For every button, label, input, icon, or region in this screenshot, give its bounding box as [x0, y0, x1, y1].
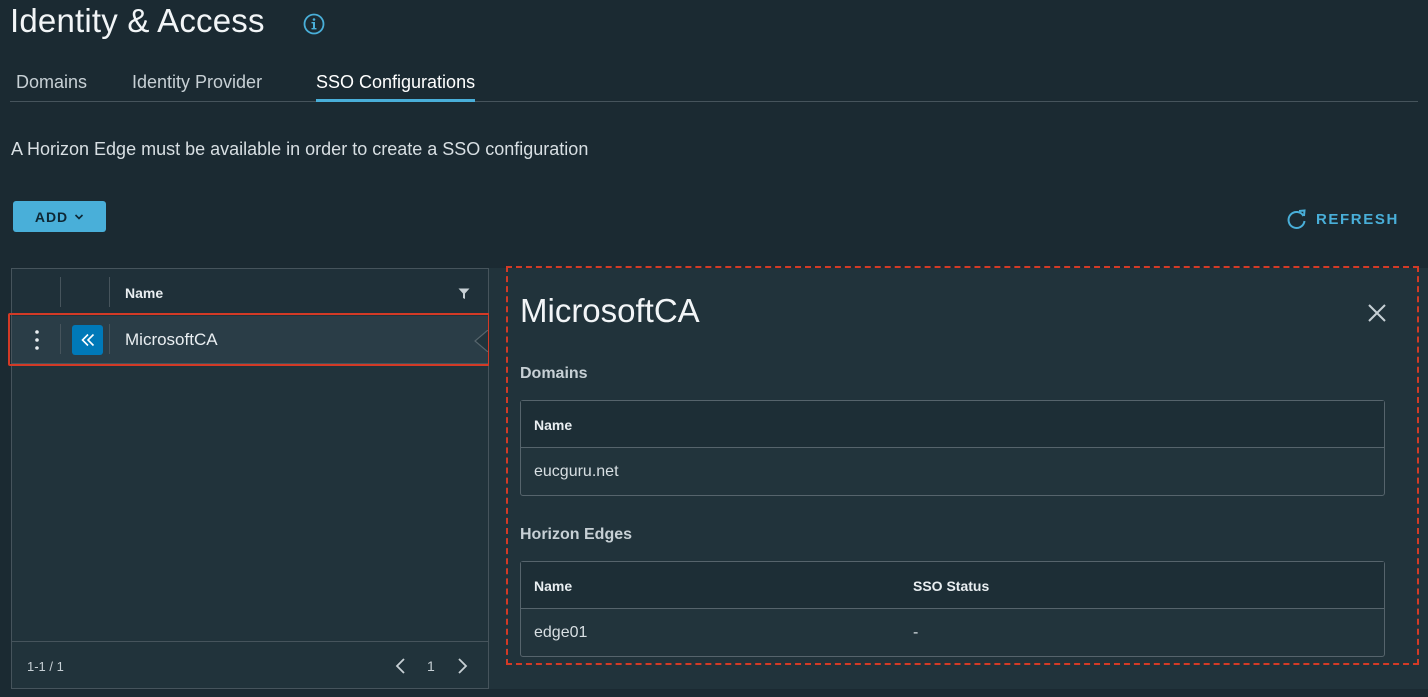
column-header-name: Name	[534, 578, 573, 594]
refresh-label: REFRESH	[1316, 210, 1399, 228]
chevron-left-icon[interactable]	[394, 657, 408, 675]
tab-domains[interactable]: Domains	[16, 72, 87, 102]
domain-name-cell: eucguru.net	[534, 463, 619, 480]
tab-sso-configurations[interactable]: SSO Configurations	[316, 72, 476, 102]
grid-footer: 1-1 / 1 1	[12, 641, 488, 688]
item-count: 1-1 / 1	[27, 659, 64, 674]
grid-header: Name	[12, 269, 488, 315]
chevron-down-icon	[75, 213, 84, 220]
caret-left-icon	[474, 330, 488, 352]
column-separator	[60, 324, 61, 354]
column-header-name[interactable]: Name	[125, 285, 163, 301]
tab-identity-provider[interactable]: Identity Provider	[132, 72, 262, 102]
notice-text: A Horizon Edge must be available in orde…	[11, 139, 589, 159]
refresh-button[interactable]: REFRESH	[1286, 207, 1399, 231]
table-header-row: Name SSO Status	[521, 562, 1384, 609]
double-chevron-left-icon	[80, 333, 94, 347]
page-title: Identity & Access	[10, 2, 265, 39]
domains-table: Name eucguru.net	[520, 400, 1385, 496]
info-circle-icon[interactable]	[303, 13, 325, 35]
horizon-edges-heading: Horizon Edges	[520, 526, 633, 543]
filter-icon[interactable]	[458, 288, 470, 300]
table-header-row: Name	[521, 401, 1384, 448]
add-button-label: ADD	[34, 208, 69, 225]
column-separator	[109, 324, 110, 354]
sso-config-grid: Name MicrosoftCA 1-1 / 1 1	[11, 268, 489, 689]
column-separator	[60, 277, 61, 307]
add-button[interactable]: ADD	[13, 201, 106, 232]
column-header-name: Name	[534, 417, 573, 433]
column-separator	[109, 277, 110, 307]
kebab-menu-icon[interactable]	[32, 329, 42, 351]
column-header-sso-status: SSO Status	[913, 578, 990, 594]
row-name-cell[interactable]: MicrosoftCA	[125, 330, 218, 350]
table-row[interactable]: MicrosoftCA	[12, 316, 488, 364]
tab-bar: Domains Identity Provider SSO Configurat…	[10, 60, 1418, 102]
detail-title: MicrosoftCA	[520, 292, 700, 329]
edge-name-cell: edge01	[534, 624, 588, 641]
horizon-edges-table: Name SSO Status edge01 -	[520, 561, 1385, 657]
page-number: 1	[427, 658, 435, 674]
refresh-icon	[1287, 209, 1306, 229]
chevron-right-icon[interactable]	[455, 657, 469, 675]
detail-toggle-button[interactable]	[72, 325, 103, 355]
sso-status-cell: -	[913, 624, 919, 641]
close-icon[interactable]	[1366, 302, 1388, 324]
domains-heading: Domains	[520, 365, 588, 382]
